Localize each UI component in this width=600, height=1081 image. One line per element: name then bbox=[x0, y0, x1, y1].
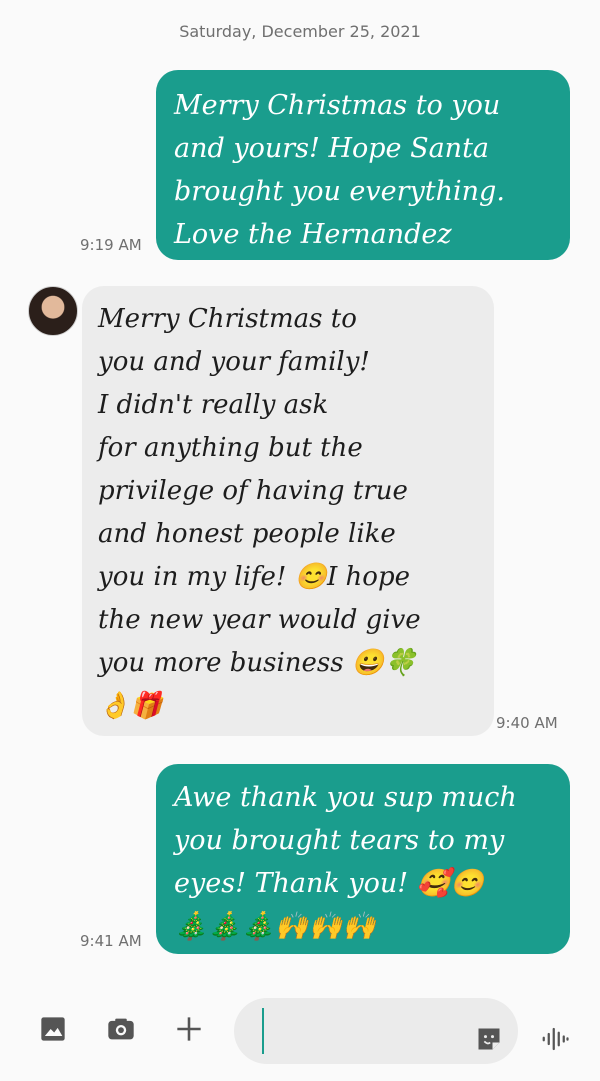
message-time: 9:40 AM bbox=[496, 714, 558, 732]
camera-icon[interactable] bbox=[104, 1012, 138, 1046]
text-cursor bbox=[262, 1008, 264, 1054]
voice-icon[interactable] bbox=[538, 1022, 572, 1056]
date-header: Saturday, December 25, 2021 bbox=[179, 22, 421, 41]
outgoing-message-bubble[interactable]: Awe thank you sup much you brought tears… bbox=[156, 764, 570, 954]
message-time: 9:19 AM bbox=[80, 236, 142, 254]
plus-icon[interactable] bbox=[172, 1012, 206, 1046]
sticker-icon[interactable] bbox=[472, 1022, 506, 1056]
avatar[interactable] bbox=[28, 286, 78, 336]
outgoing-message-bubble[interactable]: Merry Christmas to you and yours! Hope S… bbox=[156, 70, 570, 260]
gallery-icon[interactable] bbox=[36, 1012, 70, 1046]
message-time: 9:41 AM bbox=[80, 932, 142, 950]
incoming-message-bubble[interactable]: Merry Christmas to you and your family! … bbox=[82, 286, 494, 736]
